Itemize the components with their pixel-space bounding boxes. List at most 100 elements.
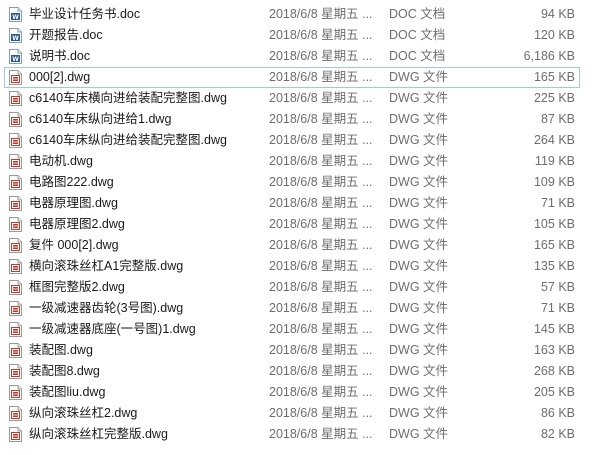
dwg-file-icon: [9, 175, 22, 190]
file-type: DWG 文件: [389, 259, 449, 273]
dwg-file-icon: [9, 343, 22, 358]
file-date-modified: 2018/6/8 星期五 ...: [269, 364, 373, 378]
file-row[interactable]: 电动机.dwg 2018/6/8 星期五 ... DWG 文件 119 KB: [4, 151, 580, 172]
dwg-file-icon: [9, 280, 22, 295]
file-name: c6140车床横向进给装配完整图.dwg: [29, 91, 227, 105]
file-type: DWG 文件: [389, 427, 449, 441]
file-size: 6,186 KB: [523, 49, 575, 63]
word-doc-icon: W: [9, 28, 22, 43]
file-row[interactable]: 一级减速器底座(一号图)1.dwg 2018/6/8 星期五 ... DWG 文件 1…: [4, 319, 580, 340]
file-name: 装配图.dwg: [29, 343, 93, 357]
file-row[interactable]: 纵向滚珠丝杠2.dwg 2018/6/8 星期五 ... DWG 文件 86 KB: [4, 403, 580, 424]
dwg-file-icon: [9, 196, 22, 211]
file-type: DWG 文件: [389, 175, 449, 189]
file-name: 电器原理图2.dwg: [29, 217, 125, 231]
dwg-file-icon: [9, 406, 22, 421]
file-name: 一级减速器底座(一号图)1.dwg: [29, 322, 196, 336]
file-size: 57 KB: [540, 280, 575, 294]
file-name: 纵向滚珠丝杠2.dwg: [29, 406, 138, 420]
file-name: 框图完整版2.dwg: [29, 280, 125, 294]
svg-text:W: W: [12, 56, 19, 63]
file-name: 纵向滚珠丝杠完整版.dwg: [29, 427, 168, 441]
file-row[interactable]: 复件 000[2].dwg 2018/6/8 星期五 ... DWG 文件 165 K…: [4, 235, 580, 256]
file-list: W 毕业设计任务书.doc 2018/6/8 星期五 ... DOC 文档 94 KB W…: [0, 0, 615, 455]
file-date-modified: 2018/6/8 星期五 ...: [269, 49, 373, 63]
file-row[interactable]: c6140车床纵向进给1.dwg 2018/6/8 星期五 ... DWG 文件 87…: [4, 109, 580, 130]
dwg-file-icon: [9, 427, 22, 442]
file-row[interactable]: 电器原理图2.dwg 2018/6/8 星期五 ... DWG 文件 105 KB: [4, 214, 580, 235]
file-type: DWG 文件: [389, 322, 449, 336]
dwg-file-icon: [9, 301, 22, 316]
file-row[interactable]: 横向滚珠丝杠A1完整版.dwg 2018/6/8 星期五 ... DWG 文件 135…: [4, 256, 580, 277]
file-size: 225 KB: [533, 91, 575, 105]
file-type: DWG 文件: [389, 238, 449, 252]
file-date-modified: 2018/6/8 星期五 ...: [269, 154, 373, 168]
file-size: 71 KB: [540, 301, 575, 315]
dwg-file-icon: [9, 238, 22, 253]
file-row[interactable]: 装配图8.dwg 2018/6/8 星期五 ... DWG 文件 268 KB: [4, 361, 580, 382]
dwg-file-icon: [9, 217, 22, 232]
file-date-modified: 2018/6/8 星期五 ...: [269, 112, 373, 126]
file-size: 120 KB: [533, 28, 575, 42]
file-date-modified: 2018/6/8 星期五 ...: [269, 175, 373, 189]
file-name: 复件 000[2].dwg: [29, 238, 119, 252]
word-doc-icon: W: [9, 49, 22, 64]
file-name: 毕业设计任务书.doc: [29, 7, 141, 21]
file-date-modified: 2018/6/8 星期五 ...: [269, 427, 373, 441]
file-date-modified: 2018/6/8 星期五 ...: [269, 70, 373, 84]
file-type: DWG 文件: [389, 364, 449, 378]
file-size: 71 KB: [540, 196, 575, 210]
file-name: 装配图liu.dwg: [29, 385, 106, 399]
file-row[interactable]: 装配图liu.dwg 2018/6/8 星期五 ... DWG 文件 205 KB: [4, 382, 580, 403]
file-size: 264 KB: [533, 133, 575, 147]
file-size: 268 KB: [533, 364, 575, 378]
file-date-modified: 2018/6/8 星期五 ...: [269, 196, 373, 210]
file-size: 145 KB: [533, 322, 575, 336]
file-type: DWG 文件: [389, 91, 449, 105]
dwg-file-icon: [9, 154, 22, 169]
file-size: 94 KB: [540, 7, 575, 21]
file-date-modified: 2018/6/8 星期五 ...: [269, 406, 373, 420]
file-name: 说明书.doc: [29, 49, 91, 63]
dwg-file-icon: [9, 259, 22, 274]
file-date-modified: 2018/6/8 星期五 ...: [269, 322, 373, 336]
dwg-file-icon: [9, 133, 22, 148]
file-date-modified: 2018/6/8 星期五 ...: [269, 7, 373, 21]
file-row[interactable]: 电器原理图.dwg 2018/6/8 星期五 ... DWG 文件 71 KB: [4, 193, 580, 214]
file-type: DOC 文档: [389, 49, 446, 63]
file-size: 135 KB: [533, 259, 575, 273]
file-type: DWG 文件: [389, 343, 449, 357]
file-row[interactable]: 纵向滚珠丝杠完整版.dwg 2018/6/8 星期五 ... DWG 文件 82 KB: [4, 424, 580, 445]
file-row[interactable]: c6140车床横向进给装配完整图.dwg 2018/6/8 星期五 ... DWG …: [4, 88, 580, 109]
dwg-file-icon: [9, 112, 22, 127]
file-row[interactable]: W 开题报告.doc 2018/6/8 星期五 ... DOC 文档 120 KB: [4, 25, 580, 46]
file-name: 装配图8.dwg: [29, 364, 100, 378]
file-row[interactable]: c6140车床纵向进给装配完整图.dwg 2018/6/8 星期五 ... DWG …: [4, 130, 580, 151]
svg-text:W: W: [12, 35, 19, 42]
file-row[interactable]: 000[2].dwg 2018/6/8 星期五 ... DWG 文件 165 KB: [4, 67, 580, 88]
file-date-modified: 2018/6/8 星期五 ...: [269, 91, 373, 105]
file-row[interactable]: 框图完整版2.dwg 2018/6/8 星期五 ... DWG 文件 57 KB: [4, 277, 580, 298]
file-name: 000[2].dwg: [29, 70, 91, 84]
file-name: 横向滚珠丝杠A1完整版.dwg: [29, 259, 184, 273]
file-type: DWG 文件: [389, 406, 449, 420]
file-row[interactable]: 一级减速器齿轮(3号图).dwg 2018/6/8 星期五 ... DWG 文件 71…: [4, 298, 580, 319]
file-row[interactable]: W 毕业设计任务书.doc 2018/6/8 星期五 ... DOC 文档 94 KB: [4, 4, 580, 25]
file-type: DOC 文档: [389, 7, 446, 21]
file-date-modified: 2018/6/8 星期五 ...: [269, 301, 373, 315]
file-name: 开题报告.doc: [29, 28, 103, 42]
file-date-modified: 2018/6/8 星期五 ...: [269, 238, 373, 252]
file-size: 87 KB: [540, 112, 575, 126]
file-row[interactable]: 电路图222.dwg 2018/6/8 星期五 ... DWG 文件 109 KB: [4, 172, 580, 193]
file-size: 119 KB: [534, 154, 575, 168]
svg-text:W: W: [12, 14, 19, 21]
file-size: 165 KB: [533, 70, 575, 84]
file-name: c6140车床纵向进给装配完整图.dwg: [29, 133, 227, 147]
file-row[interactable]: 装配图.dwg 2018/6/8 星期五 ... DWG 文件 163 KB: [4, 340, 580, 361]
file-date-modified: 2018/6/8 星期五 ...: [269, 385, 373, 399]
file-size: 105 KB: [533, 217, 575, 231]
file-date-modified: 2018/6/8 星期五 ...: [269, 280, 373, 294]
dwg-file-icon: [9, 70, 22, 85]
file-row[interactable]: W 说明书.doc 2018/6/8 星期五 ... DOC 文档 6,186 KB: [4, 46, 580, 67]
file-size: 205 KB: [533, 385, 575, 399]
